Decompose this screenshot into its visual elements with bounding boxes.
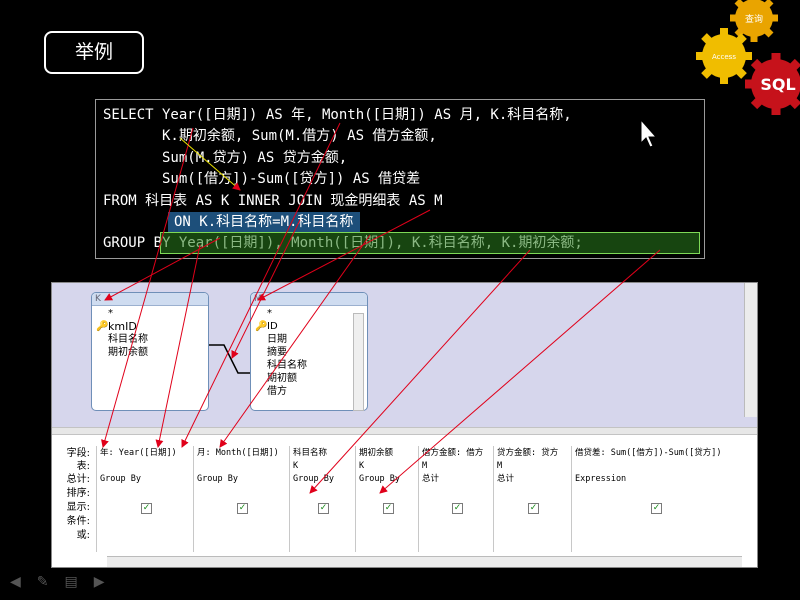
menu-icon[interactable]: ▤ — [65, 574, 94, 590]
grid-total-cell[interactable]: Group By — [293, 473, 353, 486]
row-label: 表: — [76, 461, 90, 472]
design-grid: 字段: 表: 总计: 排序: 显示: 条件: 或: 年: Year([日期]) G… — [52, 435, 757, 567]
show-checkbox[interactable]: ✓ — [237, 503, 248, 514]
grid-field-cell[interactable]: 月: Month([日期]) — [197, 447, 287, 460]
logo-tag-mid: Access — [712, 53, 736, 61]
sql-line-5: FROM 科目表 AS K INNER JOIN 现金明细表 AS M — [103, 193, 443, 209]
grid-total-cell[interactable]: Expression — [575, 473, 736, 486]
sql-line-4: Sum([借方])-Sum([贷方]) AS 借贷差 — [103, 171, 421, 187]
sql-line-1: SELECT Year([日期]) AS 年, Month([日期]) AS 月… — [103, 107, 572, 123]
back-arrow-icon[interactable]: ◀ — [10, 574, 37, 590]
row-label: 或: — [76, 530, 90, 541]
grid-total-cell[interactable]: 总计 — [422, 473, 491, 486]
grid-column[interactable]: 贷方金额: 贷方 M 总计 ✓ — [493, 446, 572, 552]
grid-total-cell[interactable]: Group By — [197, 473, 287, 486]
show-checkbox[interactable]: ✓ — [528, 503, 539, 514]
table-pane: K * 🔑 kmID 科目名称 期初余额 M * 🔑 ID 日期 摘要 科目名称… — [52, 283, 757, 427]
grid-column[interactable]: 月: Month([日期]) Group By ✓ — [193, 446, 290, 552]
grid-table-cell[interactable]: K — [359, 460, 416, 473]
join-line — [209, 344, 250, 374]
grid-column[interactable]: 期初余额 K Group By ✓ — [355, 446, 419, 552]
grid-total-cell[interactable]: 总计 — [497, 473, 569, 486]
slide-nav: ◀✎▤▶ — [10, 574, 121, 590]
grid-table-cell[interactable]: M — [497, 460, 569, 473]
grid-field-cell[interactable]: 期初余额 — [359, 447, 416, 460]
row-label: 总计: — [66, 474, 90, 485]
grid-field-cell[interactable]: 借贷差: Sum([借方])-Sum([贷方]) — [575, 447, 736, 460]
show-checkbox[interactable]: ✓ — [651, 503, 662, 514]
table-pane-scrollbar[interactable] — [744, 283, 757, 417]
grid-horizontal-scrollbar[interactable] — [107, 556, 742, 567]
grid-field-cell[interactable]: 贷方金额: 贷方 — [497, 447, 569, 460]
grid-column[interactable]: 借贷差: Sum([借方])-Sum([贷方]) Expression ✓ — [571, 446, 739, 552]
sql-line-6: ON K.科目名称=M.科目名称 — [168, 212, 361, 232]
grid-column[interactable]: 借方金额: 借方 M 总计 ✓ — [418, 446, 494, 552]
query-designer-window: K * 🔑 kmID 科目名称 期初余额 M * 🔑 ID 日期 摘要 科目名称… — [51, 282, 758, 568]
row-label: 显示: — [66, 502, 90, 513]
forward-arrow-icon[interactable]: ▶ — [94, 574, 121, 590]
grid-field-cell[interactable]: 年: Year([日期]) — [100, 447, 191, 460]
grid-total-cell[interactable]: Group By — [359, 473, 416, 486]
sql-line-2: K.期初余额, Sum(M.借方) AS 借方金额, — [103, 128, 437, 144]
show-checkbox[interactable]: ✓ — [318, 503, 329, 514]
pen-icon[interactable]: ✎ — [37, 574, 65, 590]
sql-code-box: SELECT Year([日期]) AS 年, Month([日期]) AS 月… — [95, 99, 705, 259]
row-label: 字段: — [66, 448, 90, 459]
grid-table-cell[interactable]: K — [293, 460, 353, 473]
grid-field-cell[interactable]: 借方金额: 借方 — [422, 447, 491, 460]
slide-title: 举例 — [44, 31, 144, 74]
sql-line-7: GROUP BY Year([日期]), Month([日期]), K.科目名称… — [103, 235, 583, 251]
cursor-icon — [640, 119, 658, 148]
show-checkbox[interactable]: ✓ — [452, 503, 463, 514]
sql-line-3: Sum(M.贷方) AS 贷方金额, — [103, 150, 348, 166]
grid-column[interactable]: 科目名称 K Group By ✓ — [289, 446, 356, 552]
grid-total-cell[interactable]: Group By — [100, 473, 191, 486]
show-checkbox[interactable]: ✓ — [383, 503, 394, 514]
row-label: 条件: — [66, 516, 90, 527]
show-checkbox[interactable]: ✓ — [141, 503, 152, 514]
grid-field-cell[interactable]: 科目名称 — [293, 447, 353, 460]
row-label: 排序: — [66, 488, 90, 499]
logo-tag-big: SQL — [760, 75, 795, 94]
grid-column[interactable]: 年: Year([日期]) Group By ✓ — [96, 446, 194, 552]
pane-splitter[interactable] — [52, 427, 757, 435]
logo-tag-top: 查询 — [745, 13, 763, 25]
grid-table-cell[interactable]: M — [422, 460, 491, 473]
